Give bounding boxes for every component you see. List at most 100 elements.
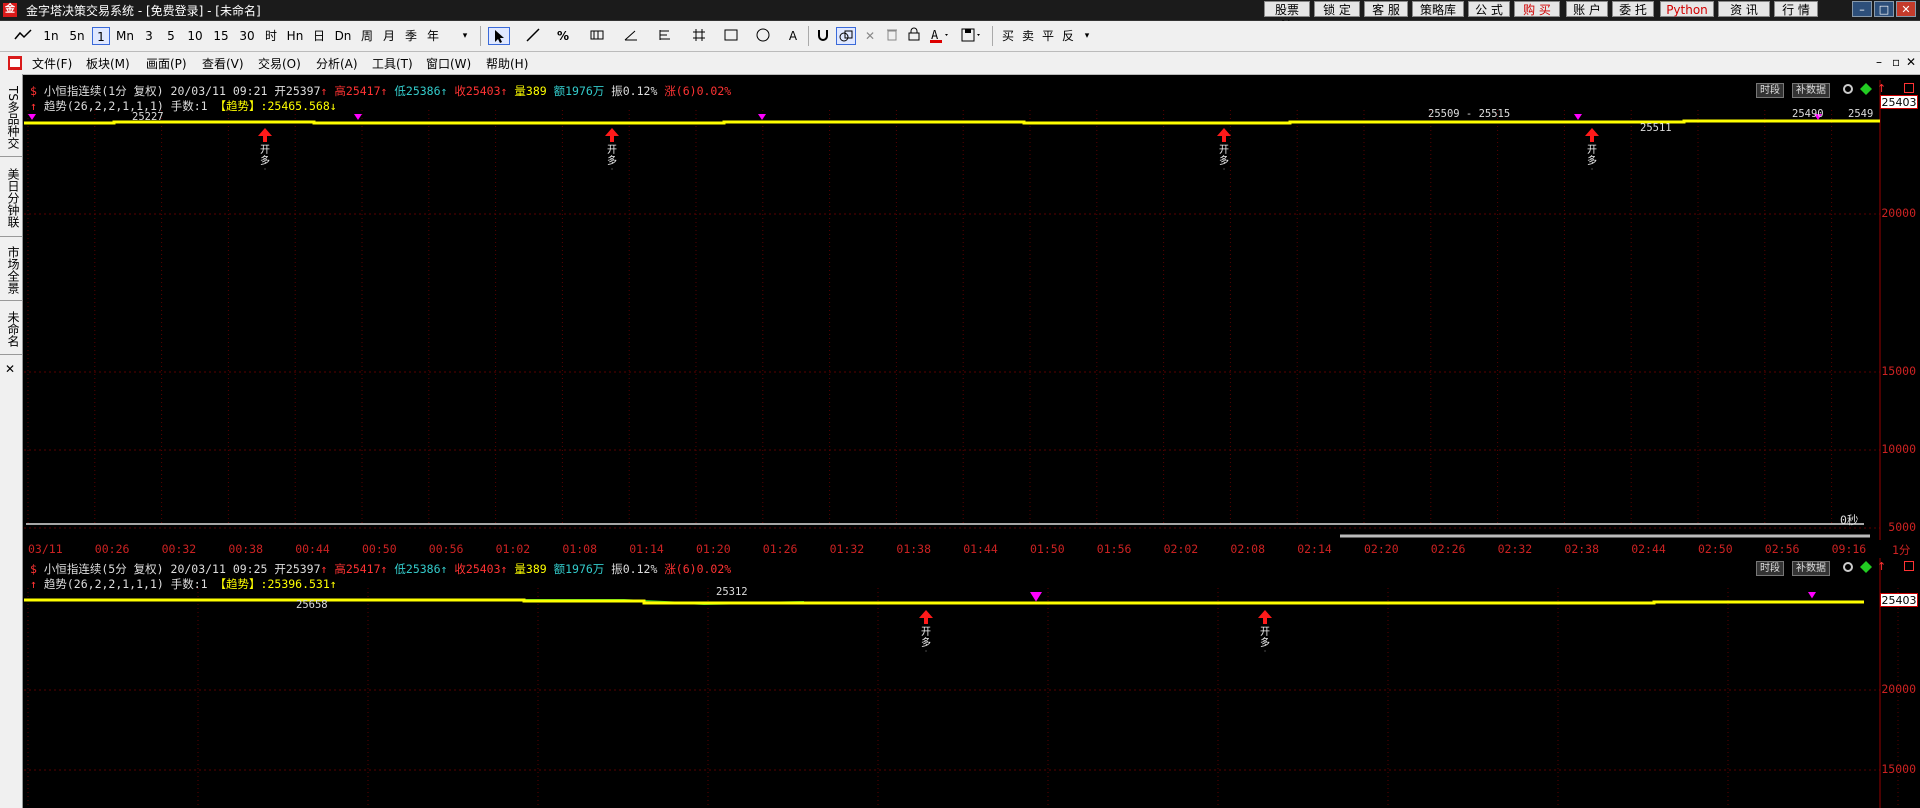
titlebar-button-6[interactable]: 账 户 xyxy=(1566,1,1608,17)
tab-ts-multi[interactable]: TS多品种交 xyxy=(0,78,22,157)
save-tool-button[interactable] xyxy=(960,27,984,45)
titlebar-button-2[interactable]: 客 服 xyxy=(1364,1,1408,17)
menu-item-0[interactable]: 文件(F) xyxy=(32,55,72,72)
maximize-button[interactable]: □ xyxy=(1874,1,1894,17)
panel-pin-icon[interactable]: ↑ xyxy=(1877,560,1886,573)
period-button-10[interactable]: Hn xyxy=(284,27,306,45)
signal-tick: · xyxy=(610,165,614,174)
reverse-button[interactable]: 反 xyxy=(1060,27,1076,45)
panel-pin-icon[interactable]: ↑ xyxy=(1877,82,1886,95)
titlebar-button-10[interactable]: 行 情 xyxy=(1774,1,1818,17)
chart-canvas-1min[interactable] xyxy=(24,80,1920,540)
titlebar-button-9[interactable]: 资 讯 xyxy=(1718,1,1770,17)
time-axis-label: 02:56 xyxy=(1764,542,1800,556)
titlebar-button-4[interactable]: 公 式 xyxy=(1468,1,1510,17)
period-button-7[interactable]: 15 xyxy=(210,27,232,45)
period-button-12[interactable]: Dn xyxy=(332,27,354,45)
period-button-14[interactable]: 月 xyxy=(380,27,398,45)
cursor-tool-button[interactable] xyxy=(488,27,510,45)
text-tool-button[interactable]: A xyxy=(786,27,800,45)
mdi-restore-button[interactable]: ▫ xyxy=(1892,55,1900,69)
settings-gear-icon[interactable] xyxy=(1842,561,1854,576)
menu-item-5[interactable]: 分析(A) xyxy=(316,55,358,72)
rectangle-tool-button[interactable] xyxy=(720,27,742,45)
lock-tool-button[interactable] xyxy=(906,27,922,45)
menu-item-8[interactable]: 帮助(H) xyxy=(486,55,528,72)
close-position-button[interactable]: 平 xyxy=(1040,27,1056,45)
period-button-4[interactable]: 3 xyxy=(140,27,158,45)
delete-tool-button[interactable]: ✕ xyxy=(862,27,878,45)
color-tool-button[interactable]: A xyxy=(928,27,952,45)
period-button-2[interactable]: 1 xyxy=(92,27,110,45)
menu-item-6[interactable]: 工具(T) xyxy=(372,55,413,72)
period-button-8[interactable]: 30 xyxy=(236,27,258,45)
close-price: 收25403 xyxy=(454,562,501,576)
period-button-11[interactable]: 日 xyxy=(310,27,328,45)
panel-maximize-icon[interactable] xyxy=(1904,82,1914,96)
mdi-close-button[interactable]: ✕ xyxy=(1906,55,1916,69)
sell-button[interactable]: 卖 xyxy=(1020,27,1036,45)
tab-us-japan[interactable]: 美日分钟联 xyxy=(0,160,22,237)
copy-tool-button[interactable] xyxy=(836,27,856,45)
menu-item-3[interactable]: 查看(V) xyxy=(202,55,244,72)
period-button-15[interactable]: 季 xyxy=(402,27,420,45)
period-button-9[interactable]: 时 xyxy=(262,27,280,45)
time-axis-label: 01:14 xyxy=(629,542,664,556)
ellipse-tool-button[interactable] xyxy=(752,27,774,45)
titlebar-button-7[interactable]: 委 托 xyxy=(1612,1,1654,17)
titlebar-button-8[interactable]: Python xyxy=(1660,1,1714,17)
menu-item-2[interactable]: 画面(P) xyxy=(146,55,187,72)
ellipse-icon xyxy=(756,28,770,42)
grid-tool-button[interactable] xyxy=(688,27,710,45)
panel-maximize-icon[interactable] xyxy=(1904,560,1914,574)
titlebar-button-1[interactable]: 锁 定 xyxy=(1314,1,1360,17)
close-button[interactable]: ✕ xyxy=(1896,1,1916,17)
diamond-indicator-icon[interactable] xyxy=(1860,561,1872,576)
buy-button[interactable]: 买 xyxy=(1000,27,1016,45)
price-annotation: 25511 xyxy=(1640,122,1672,134)
titlebar-button-3[interactable]: 策略库 xyxy=(1412,1,1464,17)
angle-tool-button[interactable] xyxy=(620,27,642,45)
titlebar-button-0[interactable]: 股票池 xyxy=(1264,1,1310,33)
diamond-indicator-icon[interactable] xyxy=(1860,83,1872,98)
session-button[interactable]: 时段 xyxy=(1756,83,1784,98)
time-axis-label: 02:32 xyxy=(1497,542,1533,556)
amount: 额1976万 xyxy=(553,84,605,98)
period-button-6[interactable]: 10 xyxy=(184,27,206,45)
period-button-16[interactable]: 年 xyxy=(424,27,442,45)
period-button-3[interactable]: Mn xyxy=(114,27,136,45)
tab-market-overview[interactable]: 市场全景 xyxy=(0,240,22,301)
mdi-minimize-button[interactable]: – xyxy=(1876,55,1882,69)
settings-gear-icon[interactable] xyxy=(1842,83,1854,98)
fill-data-button[interactable]: 补数据 xyxy=(1792,83,1830,98)
menu-item-1[interactable]: 板块(M) xyxy=(86,55,130,72)
menu-item-4[interactable]: 交易(O) xyxy=(258,55,301,72)
buy-signal-marker: 开多 · xyxy=(604,128,620,174)
price-annotation: 25490 xyxy=(1792,108,1824,120)
line-tool-button[interactable] xyxy=(522,27,544,45)
menu-item-7[interactable]: 窗口(W) xyxy=(426,55,471,72)
titlebar-button-5[interactable]: 购 买 xyxy=(1514,1,1560,17)
period-button-13[interactable]: 周 xyxy=(358,27,376,45)
angle-icon xyxy=(624,30,637,41)
magnet-tool-button[interactable] xyxy=(814,27,832,45)
percent-tool-button[interactable]: % xyxy=(552,27,574,45)
session-button[interactable]: 时段 xyxy=(1756,561,1784,576)
period-more-icon[interactable]: ▾ xyxy=(460,27,470,45)
open-price: 开25397 xyxy=(274,84,321,98)
toolbar-more-icon[interactable]: ▾ xyxy=(1082,27,1092,45)
trash-tool-button[interactable] xyxy=(884,27,900,45)
minimize-button[interactable]: – xyxy=(1852,1,1872,17)
lock-icon xyxy=(908,27,920,41)
tab-unnamed[interactable]: 未命名 xyxy=(0,304,22,355)
chart-line-icon[interactable] xyxy=(12,27,34,45)
fibonacci-tool-button[interactable] xyxy=(654,27,676,45)
instrument-name: 小恒指连续(1分 复权) xyxy=(43,84,164,98)
period-button-0[interactable]: 1n xyxy=(40,27,62,45)
close-tab-icon[interactable]: ✕ xyxy=(5,362,15,376)
fill-data-button[interactable]: 补数据 xyxy=(1792,561,1830,576)
period-button-5[interactable]: 5 xyxy=(162,27,180,45)
chart-canvas-5min[interactable] xyxy=(24,558,1920,808)
channel-tool-button[interactable] xyxy=(586,27,608,45)
period-button-1[interactable]: 5n xyxy=(66,27,88,45)
